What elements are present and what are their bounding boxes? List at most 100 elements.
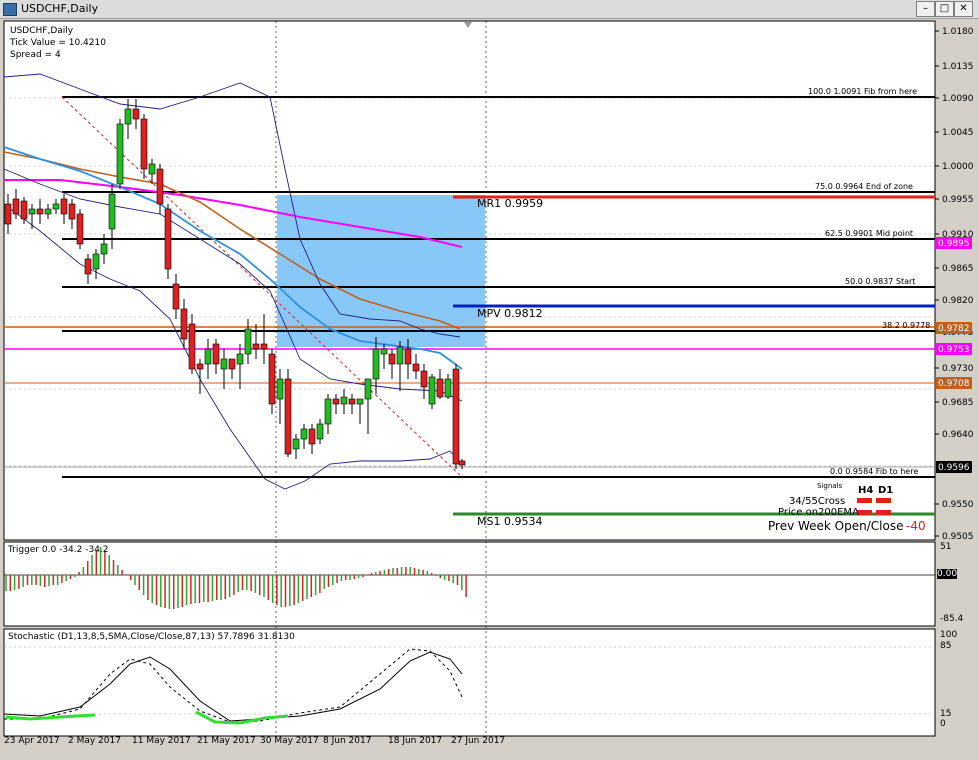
candle-body [92, 253, 100, 270]
fib-level-label: 50.0 0.9837 Start [845, 277, 915, 286]
d1-ema-marker [876, 510, 891, 515]
price-axis-label: 0.9505 [942, 532, 974, 542]
maximize-button[interactable]: □ [935, 1, 954, 17]
signals-title: Signals [817, 482, 843, 490]
fib-level-label: 75.0 0.9964 End of zone [815, 182, 913, 191]
time-axis-label: 8 Jun 2017 [323, 736, 372, 746]
time-axis-label: 18 Jun 2017 [388, 736, 443, 746]
candle-body [396, 346, 404, 365]
candle-body [244, 328, 252, 355]
h4-signal-marker [857, 498, 872, 503]
candle-body [356, 398, 364, 405]
fib-level-label: 38.2 0.9778 [882, 321, 930, 330]
candle-body [404, 348, 412, 365]
mpv-label: MPV 0.9812 [477, 307, 543, 320]
price-tag-value: 0.9596 [938, 463, 970, 473]
price-axis-label: 0.9955 [942, 195, 974, 205]
price-axis-label: 0.9730 [942, 364, 974, 374]
candle-body [148, 163, 156, 175]
price-axis-label: 1.0135 [942, 62, 974, 72]
candle-body [36, 208, 44, 215]
time-axis-label: 21 May 2017 [197, 736, 256, 746]
candle-body [44, 208, 52, 215]
candle-body [420, 370, 428, 388]
price-axis-label: 0.9865 [942, 264, 974, 274]
price-axis-label: 1.0090 [942, 94, 974, 104]
price-tag-value: 0.9753 [938, 345, 970, 355]
trigger-axis-zero: 0.00 [937, 569, 958, 579]
price-axis-label: 1.0045 [942, 128, 974, 138]
minimize-button[interactable]: – [916, 1, 935, 17]
candle-body [76, 213, 84, 245]
candle-body [372, 348, 380, 380]
stochastic-panel [3, 628, 936, 737]
chart-window-icon [3, 3, 17, 16]
price-axis-label: 0.9550 [942, 500, 974, 510]
candle-body [204, 348, 212, 365]
price-axis-label: 1.0180 [942, 27, 974, 37]
candle-body [196, 363, 204, 370]
candle-body [132, 108, 140, 120]
prev-week-label: Prev Week Open/Close [768, 519, 904, 533]
candle-body [364, 378, 372, 400]
candle-body [436, 378, 444, 398]
h4-ema-marker [857, 510, 872, 515]
tick-value-label: Tick Value = 10.4210 [10, 38, 106, 48]
candle-body [332, 398, 340, 405]
stoch-axis-15: 15 [940, 709, 952, 719]
ms1-label: MS1 0.9534 [477, 515, 543, 528]
candle-body [84, 258, 92, 275]
candle-body [228, 358, 236, 370]
window-titlebar: USDCHF,Daily – □ ✕ [0, 0, 979, 19]
price-tag-value: 0.9895 [938, 239, 970, 249]
close-button[interactable]: ✕ [954, 1, 973, 17]
stoch-axis-0: 0 [940, 719, 946, 729]
price-tag-value: 0.9708 [938, 379, 970, 389]
candle-body [20, 200, 28, 220]
mr1-label: MR1 0.9959 [477, 197, 544, 210]
spread-label: Spread = 4 [10, 50, 61, 60]
stochastic-label: Stochastic (D1,13,8,5,SMA,Close/Close,87… [8, 632, 295, 642]
chart-canvas[interactable]: 1.01801.01351.00901.00451.00000.99550.99… [0, 19, 979, 760]
stoch-axis-85: 85 [940, 641, 952, 651]
candle-body [52, 203, 60, 210]
ema-signal-label: Price on200EMA [778, 507, 859, 518]
price-axis-label: 0.9685 [942, 398, 974, 408]
candle-body [428, 376, 436, 405]
candle-body [236, 353, 244, 365]
time-axis-label: 11 May 2017 [132, 736, 191, 746]
fib-level-label: 0.0 0.9584 Fib to here [830, 467, 918, 476]
candle-body [28, 208, 36, 215]
candle-body [252, 343, 260, 350]
candle-body [340, 396, 348, 405]
fib-level-label: 62.5 0.9901 Mid point [825, 229, 913, 238]
candle-body [116, 123, 124, 185]
d1-signal-marker [876, 498, 891, 503]
candle-body [388, 353, 396, 365]
candle-body [348, 398, 356, 405]
fib-level-label: 100.0 1.0091 Fib from here [808, 87, 917, 96]
chart-symbol-label: USDCHF,Daily [10, 26, 74, 36]
candle-body [4, 203, 12, 225]
candle-body [108, 193, 116, 230]
window-title: USDCHF,Daily [21, 2, 99, 15]
time-axis-label: 2 May 2017 [68, 736, 121, 746]
price-axis-label: 0.9820 [942, 296, 974, 306]
candle-body [220, 358, 228, 370]
cross-signal-label: 34/55Cross [789, 496, 846, 507]
candle-body [172, 283, 180, 310]
candle-body [68, 203, 76, 220]
time-axis-label: 27 Jun 2017 [451, 736, 506, 746]
time-axis-label: 30 May 2017 [260, 736, 319, 746]
price-tag-value: 0.9782 [938, 324, 970, 334]
candle-body [140, 118, 148, 170]
chart-area[interactable]: 1.0180 1.0135 1.0090 1.0045 1.0000 0.9955 0.99… [0, 19, 979, 760]
candle-body [452, 368, 460, 465]
candle-body [124, 108, 132, 125]
candle-body [156, 168, 164, 205]
candle-body [444, 378, 452, 398]
candle-body [100, 243, 108, 255]
candle-body [268, 353, 276, 405]
candle-body [276, 378, 284, 400]
candle-body [300, 428, 308, 440]
